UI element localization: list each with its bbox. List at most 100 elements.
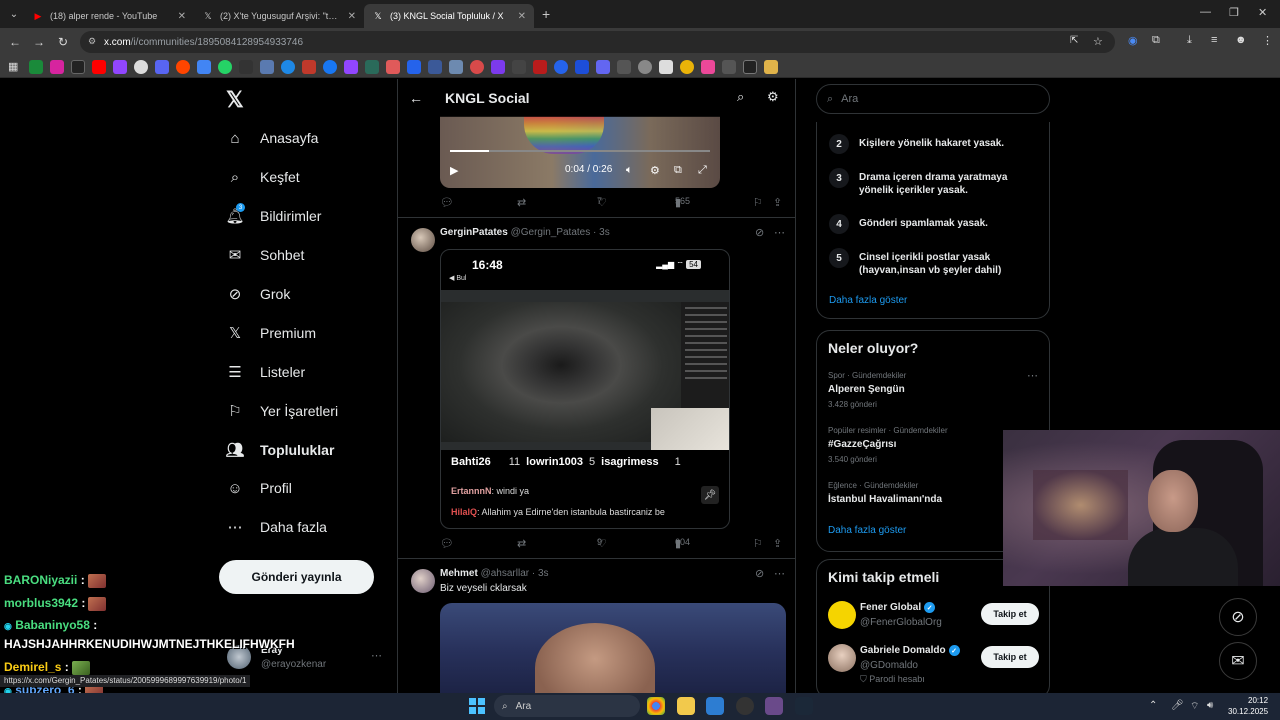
twitch-icon[interactable] <box>344 59 358 74</box>
avatar[interactable] <box>828 601 856 629</box>
forward-icon[interactable]: → <box>27 35 51 49</box>
video-player[interactable]: ▶ 0:04 / 0:26 🔈︎ ⚙ ⧉ ⤢ <box>440 116 720 188</box>
windows-start-icon[interactable] <box>469 698 485 714</box>
video-settings-icon[interactable]: ⚙ <box>650 164 660 177</box>
close-tab-icon[interactable]: ✕ <box>348 11 356 22</box>
address-bar[interactable]: ⚙ x.com/i/communities/189508412895493374… <box>80 31 1115 53</box>
system-clock[interactable]: 20:12 30.12.2025 <box>1228 695 1268 717</box>
post-button[interactable]: Gönderi yayınla <box>219 560 374 594</box>
extensions-puzzle-icon[interactable]: ⧉ <box>1152 34 1160 47</box>
browser-tab-kngl[interactable]: 𝕏 (3) KNGL Social Topluluk / X ✕ <box>364 4 534 28</box>
tweet-image[interactable]: 16:48 ◀ Bul ▂▄▆ ⌔ 54 Bahti26 11 lowrin10… <box>440 249 730 529</box>
bookmark-icon[interactable] <box>659 59 673 74</box>
new-tab-button[interactable]: + <box>542 6 550 22</box>
tweet-video[interactable] <box>440 603 786 693</box>
tab-search-button[interactable]: ⌄ <box>4 4 24 24</box>
tweet-time[interactable]: 3s <box>599 227 610 238</box>
nav-item-home[interactable]: ⌂ Anasayfa <box>226 123 318 153</box>
folder-icon[interactable] <box>764 59 778 74</box>
grok-float-button[interactable]: ⊘ <box>1219 598 1257 636</box>
trend-item[interactable]: Alperen Şengün <box>828 384 905 395</box>
instagram-icon[interactable] <box>50 59 64 74</box>
show-more-trends-link[interactable]: Daha fazla göster <box>828 525 906 536</box>
bookmark-icon[interactable] <box>155 59 169 74</box>
trend-item[interactable]: #GazzeÇağrısı <box>828 439 896 450</box>
avatar[interactable] <box>828 644 856 672</box>
nav-item-bookmarks[interactable]: ⚐ Yer İşaretleri <box>226 396 338 426</box>
bookmark-icon[interactable] <box>449 59 463 74</box>
taskbar-search[interactable]: ⌕ Ara <box>494 695 640 717</box>
extension-icon[interactable]: ◉ <box>1128 34 1138 47</box>
tweet-author-name[interactable]: Mehmet <box>440 568 478 579</box>
nav-item-chat[interactable]: ✉ Sohbet <box>226 240 305 270</box>
bookmark-icon[interactable] <box>722 59 736 74</box>
more-options-icon[interactable]: ⋯ <box>774 226 785 239</box>
tweet-author-handle[interactable]: @ahsarllar <box>481 568 530 579</box>
bookmark-icon[interactable] <box>680 59 694 74</box>
pip-icon[interactable]: ⧉ <box>674 164 682 177</box>
tweet-author-handle[interactable]: @Gergin_Patates <box>511 227 591 238</box>
photos-icon[interactable] <box>706 697 724 715</box>
settings-gear-icon[interactable]: ⚙ <box>767 89 779 105</box>
speaker-icon[interactable]: 🔊︎ <box>1207 700 1213 711</box>
back-arrow-icon[interactable]: ← <box>409 90 423 106</box>
microphone-icon[interactable]: 🎤︎ <box>1171 700 1184 711</box>
tweet-time[interactable]: 3s <box>538 568 549 579</box>
bookmark-icon[interactable] <box>491 59 505 74</box>
nav-item-grok[interactable]: ⊘ Grok <box>226 279 291 309</box>
play-icon[interactable]: ▶ <box>450 164 458 177</box>
nav-item-premium[interactable]: 𝕏 Premium <box>226 318 316 348</box>
bookmark-icon[interactable] <box>29 59 43 74</box>
bookmark-icon[interactable] <box>239 59 253 74</box>
close-tab-icon[interactable]: ✕ <box>178 11 186 22</box>
bookmark-icon[interactable] <box>596 59 610 74</box>
nav-item-more[interactable]: ⋯ Daha fazla <box>226 512 327 542</box>
apps-grid-icon[interactable]: ▦ <box>8 60 22 74</box>
minimize-icon[interactable]: — <box>1200 6 1211 18</box>
nav-item-profile[interactable]: ☺ Profil <box>226 473 292 503</box>
nav-item-lists[interactable]: ☰ Listeler <box>226 357 305 387</box>
fullscreen-icon[interactable]: ⤢ <box>698 164 707 177</box>
account-name[interactable]: Gabriele Domaldo ✓ <box>860 645 960 656</box>
bookmark-icon[interactable] <box>512 59 526 74</box>
x-logo-icon[interactable]: 𝕏 <box>226 87 244 113</box>
browser-menu-icon[interactable]: ⋮ <box>1262 34 1273 47</box>
bookmark-icon[interactable] <box>470 59 484 74</box>
reload-icon[interactable]: ↻ <box>51 35 75 49</box>
search-input[interactable]: ⌕ Ara <box>816 84 1050 114</box>
google-icon[interactable] <box>134 59 148 74</box>
avatar[interactable] <box>411 569 435 593</box>
site-info-icon[interactable]: ⚙ <box>88 36 96 47</box>
avatar[interactable] <box>411 228 435 252</box>
follow-button[interactable]: Takip et <box>981 603 1039 625</box>
bookmark-star-icon[interactable]: ☆ <box>1093 35 1103 48</box>
trend-item[interactable]: İstanbul Havalimanı'nda <box>828 494 942 505</box>
nav-item-notifications[interactable]: 🔔︎ 3 Bildirimler <box>225 201 321 231</box>
follow-button[interactable]: Takip et <box>981 646 1039 668</box>
search-icon[interactable]: ⌕ <box>737 89 744 105</box>
app-icon[interactable] <box>765 697 783 715</box>
more-options-icon[interactable]: ⋯ <box>371 649 382 662</box>
bookmark-icon[interactable] <box>554 59 568 74</box>
bookmark-icon[interactable] <box>113 59 127 74</box>
reddit-icon[interactable] <box>176 59 190 74</box>
show-more-rules-link[interactable]: Daha fazla göster <box>829 295 907 306</box>
bookmark-icon[interactable] <box>701 59 715 74</box>
file-explorer-icon[interactable] <box>677 697 695 715</box>
profile-avatar-icon[interactable]: ☻ <box>1235 34 1247 46</box>
browser-tab-x-archive[interactable]: 𝕏 (2) X'te Yugusuguf Arşivi: "takla ✕ <box>194 4 364 28</box>
more-options-icon[interactable]: ⋯ <box>1027 369 1038 382</box>
obs-icon[interactable] <box>736 697 754 715</box>
close-tab-icon[interactable]: ✕ <box>518 11 526 22</box>
x-icon[interactable] <box>71 59 85 74</box>
bookmark-icon[interactable] <box>302 59 316 74</box>
steam-icon[interactable] <box>795 697 813 715</box>
bookmark-icon[interactable] <box>533 59 547 74</box>
reading-list-icon[interactable]: ≡ <box>1211 34 1217 46</box>
nav-item-communities[interactable]: 👥︎ Topluluklar <box>225 435 334 465</box>
maximize-icon[interactable]: ❐ <box>1229 6 1239 19</box>
download-icon[interactable]: ⤓ <box>1187 34 1192 47</box>
bookmark-icon[interactable] <box>575 59 589 74</box>
back-icon[interactable]: ← <box>3 35 27 49</box>
messages-float-button[interactable]: ✉ <box>1219 642 1257 680</box>
